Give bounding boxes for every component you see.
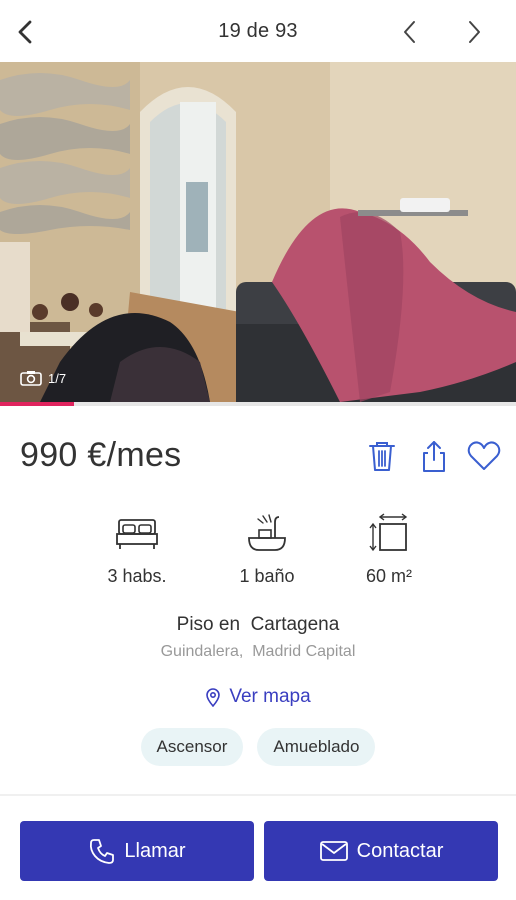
feature-bedrooms: 3 habs. xyxy=(82,510,192,587)
feature-tags: Ascensor Amueblado xyxy=(0,728,516,766)
listing-counter: 19 de 93 xyxy=(218,20,298,42)
listing-photo[interactable] xyxy=(0,62,516,402)
photo-counter: 1/7 xyxy=(20,370,66,386)
heart-favorite-icon[interactable] xyxy=(466,438,502,474)
contact-button[interactable]: Contactar xyxy=(264,821,498,881)
area-label: 60 m² xyxy=(365,566,412,586)
property-type: Piso en Cartagena xyxy=(176,614,340,635)
call-button[interactable]: Llamar xyxy=(20,821,254,881)
next-listing-chevron-icon[interactable] xyxy=(462,18,486,46)
view-map-label: Ver mapa xyxy=(229,686,311,707)
bathrooms-label: 1 baño xyxy=(239,566,295,586)
bedrooms-label: 3 habs. xyxy=(107,566,167,586)
gallery-progress-bar xyxy=(0,402,516,406)
phone-icon xyxy=(90,839,115,864)
bathtub-icon xyxy=(248,514,286,551)
map-pin-icon xyxy=(206,688,221,707)
tag-chip: Amueblado xyxy=(257,728,376,766)
contact-button-label: Contactar xyxy=(356,839,444,862)
tag-chip: Ascensor xyxy=(140,728,244,766)
call-button-label: Llamar xyxy=(124,839,186,862)
view-map-link[interactable]: Ver mapa xyxy=(0,686,516,708)
gallery-progress-fill xyxy=(0,402,74,406)
bed-icon xyxy=(116,519,158,549)
envelope-icon xyxy=(319,841,348,861)
camera-icon xyxy=(20,371,42,386)
divider xyxy=(0,794,516,796)
previous-listing-chevron-icon[interactable] xyxy=(398,18,422,46)
area-size-icon xyxy=(369,513,408,552)
trash-icon[interactable] xyxy=(364,438,400,474)
feature-bathrooms: 1 baño xyxy=(212,510,322,587)
share-icon[interactable] xyxy=(416,438,452,474)
listing-price: 990 €/mes xyxy=(20,436,182,474)
photo-counter-text: 1/7 xyxy=(48,370,67,386)
feature-area: 60 m² xyxy=(334,510,444,587)
property-location: Guindalera, Madrid Capital xyxy=(160,643,356,660)
top-bar: 19 de 93 xyxy=(0,0,516,62)
